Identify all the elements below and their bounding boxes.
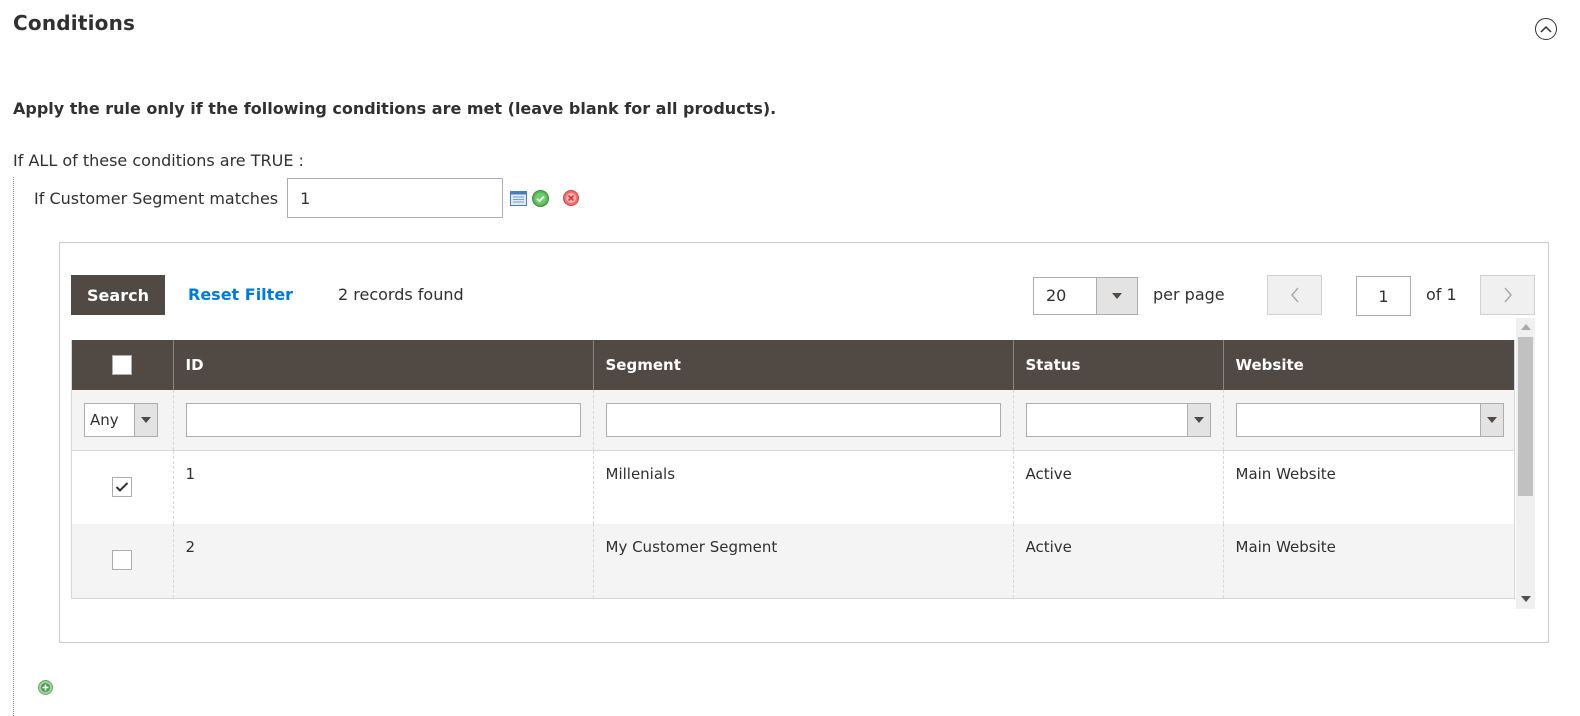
previous-page-button[interactable] <box>1267 275 1322 315</box>
row-checkbox[interactable] <box>112 476 133 497</box>
filter-website-value <box>1237 404 1481 436</box>
cell-status: Active <box>1012 450 1223 524</box>
aggregator-selector[interactable]: ALL <box>28 151 57 170</box>
section-title: Conditions <box>13 11 136 35</box>
row-select-cell <box>72 450 173 524</box>
column-header-website[interactable]: Website <box>1222 340 1514 390</box>
filter-cell-status <box>1012 390 1223 451</box>
condition-suffix: : <box>298 151 304 170</box>
apply-check-icon[interactable] <box>532 189 550 207</box>
cell-segment: My Customer Segment <box>592 524 1013 598</box>
collapse-section-button[interactable] <box>1535 18 1557 40</box>
condition-value-input[interactable] <box>287 178 504 218</box>
per-page-value: 20 <box>1046 286 1067 305</box>
filter-cell-segment <box>592 390 1013 451</box>
filter-cell-select: Any <box>72 390 173 451</box>
table-row[interactable]: 1 Millenials Active Main Website <box>72 450 1514 524</box>
filter-cell-id <box>172 390 593 451</box>
next-page-button[interactable] <box>1480 275 1535 315</box>
filter-website-select[interactable] <box>1235 402 1504 437</box>
value-selector[interactable]: TRUE <box>251 151 294 170</box>
filter-status-value <box>1027 404 1187 436</box>
scrollbar-thumb[interactable] <box>1518 337 1533 496</box>
table-header-row: ID Segment Status Website <box>72 340 1514 390</box>
dropdown-arrow-icon <box>1186 403 1210 436</box>
table-row[interactable]: 2 My Customer Segment Active Main Websit… <box>72 524 1514 598</box>
row-checkbox[interactable] <box>112 550 133 570</box>
header-select-all <box>72 340 173 390</box>
remove-x-icon[interactable] <box>563 190 580 206</box>
cell-segment: Millenials <box>592 450 1013 524</box>
chooser-list-icon[interactable] <box>510 190 528 206</box>
cell-website: Main Website <box>1222 524 1514 598</box>
condition-tree-line <box>13 177 14 716</box>
total-pages-label: of 1 <box>1426 285 1457 304</box>
condition-middle-text: of these conditions are <box>62 151 246 170</box>
dropdown-arrow-icon <box>134 403 157 436</box>
segments-table: ID Segment Status Website Any 1 Millenia… <box>72 340 1514 598</box>
cell-id: 1 <box>172 450 593 524</box>
grid-scrollbar[interactable] <box>1516 318 1535 609</box>
chevron-right-icon <box>1503 287 1512 303</box>
filter-cell-website <box>1222 390 1514 451</box>
condition-operator[interactable]: matches <box>209 189 278 208</box>
scroll-up-arrow-icon[interactable] <box>1521 324 1531 330</box>
per-page-select[interactable]: 20 <box>1033 277 1138 315</box>
column-header-status[interactable]: Status <box>1012 340 1223 390</box>
select-all-checkbox[interactable] <box>112 355 133 375</box>
per-page-label: per page <box>1153 285 1225 304</box>
condition-row: If Customer Segment matches <box>34 178 580 218</box>
search-button[interactable]: Search <box>71 275 165 315</box>
column-header-segment[interactable]: Segment <box>592 340 1013 390</box>
reset-filter-link[interactable]: Reset Filter <box>188 285 293 304</box>
cell-status: Active <box>1012 524 1223 598</box>
scroll-down-arrow-icon[interactable] <box>1521 596 1531 602</box>
condition-label: If Customer Segment matches <box>34 189 278 208</box>
condition-prefix: If <box>13 151 24 170</box>
chevron-up-icon <box>1540 25 1552 33</box>
current-page-input[interactable] <box>1356 276 1411 316</box>
dropdown-arrow-icon <box>1096 278 1137 314</box>
checkmark-icon <box>116 481 129 492</box>
row-select-cell <box>72 524 173 598</box>
condition-group-header: If ALL of these conditions are TRUE : <box>13 151 304 170</box>
records-found-count: 2 records found <box>338 285 464 304</box>
cell-id: 2 <box>172 524 593 598</box>
filter-status-select[interactable] <box>1025 402 1211 437</box>
conditions-intro-text: Apply the rule only if the following con… <box>13 99 777 118</box>
dropdown-arrow-icon <box>1480 403 1503 436</box>
filter-row: Any <box>72 390 1514 451</box>
filter-id-input[interactable] <box>185 402 581 437</box>
chevron-left-icon <box>1290 287 1299 303</box>
add-condition-plus-icon[interactable] <box>38 680 53 695</box>
condition-attribute: If Customer Segment <box>34 188 205 208</box>
column-header-id[interactable]: ID <box>172 340 593 390</box>
cell-website: Main Website <box>1222 450 1514 524</box>
filter-segment-input[interactable] <box>605 402 1001 437</box>
filter-select-any[interactable]: Any <box>84 402 158 437</box>
filter-select-value: Any <box>90 410 119 429</box>
segments-grid: ID Segment Status Website Any 1 Millenia… <box>71 340 1515 599</box>
